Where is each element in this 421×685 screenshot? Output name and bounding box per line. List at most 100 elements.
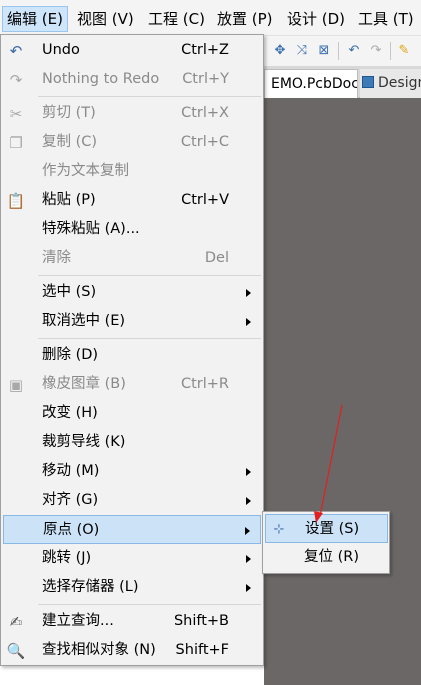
menu-item-shortcut: Ctrl+V [181, 192, 229, 208]
menu-item-shortcut: Ctrl+Z [181, 42, 229, 58]
menu-item-label: 跳转 (J) [42, 550, 92, 566]
cut-icon: ✂ [9, 105, 23, 123]
menu-item-redo[interactable]: ↷ Nothing to Redo Ctrl+Y [3, 65, 261, 94]
menu-item-find-similar[interactable]: 🔍 查找相似对象 (N) Shift+F [3, 636, 261, 665]
find-similar-icon: 🔍 [6, 642, 26, 660]
menu-item-shortcut: Shift+F [175, 642, 229, 658]
menu-item-shortcut: Shift+B [173, 613, 229, 629]
menu-item-move[interactable]: 移动 (M) [3, 457, 261, 486]
menu-item-paste-special[interactable]: 特殊粘贴 (A)... [3, 215, 261, 244]
menu-item-cut[interactable]: ✂ 剪切 (T) Ctrl+X [3, 99, 261, 128]
menu-item-label: 复制 (C) [42, 134, 98, 150]
menu-item-selection-memory[interactable]: 选择存储器 (L) [3, 573, 261, 602]
edit-menu: ↶ Undo Ctrl+Z ↷ Nothing to Redo Ctrl+Y ✂… [0, 34, 264, 666]
origin-submenu: ⊹ 设置 (S) 复位 (R) [262, 511, 390, 574]
set-origin-icon: ⊹ [273, 522, 285, 537]
wand-icon[interactable]: ✎ [396, 43, 412, 59]
pcb-canvas[interactable] [264, 98, 421, 685]
menu-item-undo[interactable]: ↶ Undo Ctrl+Z [3, 36, 261, 65]
tab-design[interactable]: Design [360, 69, 421, 98]
menu-item-origin[interactable]: 原点 (O) [3, 515, 261, 544]
menu-item-deselect[interactable]: 取消选中 (E) [3, 307, 261, 336]
menu-item-label: 作为文本复制 [42, 163, 129, 179]
menu-item-label: 复位 (R) [304, 549, 359, 565]
menu-item-change[interactable]: 改变 (H) [3, 399, 261, 428]
menu-item-shortcut: Ctrl+R [180, 376, 229, 392]
menu-item-select[interactable]: 选中 (S) [3, 278, 261, 307]
menu-item-rubber-stamp[interactable]: ▣ 橡皮图章 (B) Ctrl+R [3, 370, 261, 399]
tab-pcbdoc-label: EMO.PcbDoc * [271, 76, 358, 92]
toolbar-separator [338, 42, 339, 60]
menu-item-label: 选择存储器 (L) [42, 579, 139, 595]
menu-item-shortcut: Ctrl+Y [182, 71, 229, 87]
menu-item-label: 取消选中 (E) [42, 313, 126, 329]
menu-item-paste[interactable]: 📋 粘贴 (P) Ctrl+V [3, 186, 261, 215]
menu-item-label: 移动 (M) [42, 463, 100, 479]
menu-item-reset-origin[interactable]: 复位 (R) [265, 543, 388, 572]
menu-item-slice-tracks[interactable]: 裁剪导线 (K) [3, 428, 261, 457]
document-tabs: EMO.PcbDoc * Design [264, 66, 421, 98]
menu-item-shortcut: Ctrl+X [181, 105, 229, 121]
toolbar: ✥ ⤨ ⊠ ↶ ↷ ✎ [264, 36, 421, 66]
menu-item-shortcut: Ctrl+C [180, 134, 229, 150]
submenu-arrow-icon [246, 289, 251, 297]
submenu-arrow-icon [246, 318, 251, 326]
menu-item-label: Undo [42, 42, 80, 58]
menu-view[interactable]: 视图 (V) [73, 6, 138, 32]
submenu-arrow-icon [246, 468, 251, 476]
menu-item-label: 清除 [42, 250, 71, 266]
menu-item-label: 查找相似对象 (N) [42, 642, 156, 658]
menu-item-label: 粘贴 (P) [42, 192, 96, 208]
redo-icon: ↷ [9, 71, 23, 89]
rubber-stamp-icon: ▣ [8, 376, 24, 394]
menu-item-label: 对齐 (G) [42, 492, 99, 508]
menu-item-copy[interactable]: ❐ 复制 (C) Ctrl+C [3, 128, 261, 157]
tab-pcbdoc[interactable]: EMO.PcbDoc * [264, 69, 358, 98]
menu-item-jump[interactable]: 跳转 (J) [3, 544, 261, 573]
route-icon[interactable]: ⤨ [294, 43, 310, 59]
menu-item-label: 删除 (D) [42, 347, 99, 363]
menu-place[interactable]: 放置 (P) [213, 6, 277, 32]
menu-separator [38, 604, 261, 605]
menu-item-label: 橡皮图章 (B) [42, 376, 126, 392]
menu-separator [38, 275, 261, 276]
menu-item-label: 设置 (S) [305, 521, 360, 537]
menu-item-label: 选中 (S) [42, 284, 97, 300]
menu-item-label: 改变 (H) [42, 405, 98, 421]
menu-item-align[interactable]: 对齐 (G) [3, 486, 261, 515]
move-icon[interactable]: ✥ [272, 43, 288, 59]
menu-item-label: 特殊粘贴 (A)... [42, 221, 140, 237]
menu-project[interactable]: 工程 (C) [144, 6, 209, 32]
menu-item-clear[interactable]: 清除 Del [3, 244, 261, 273]
menu-tools[interactable]: 工具 (T) [354, 6, 418, 32]
submenu-arrow-icon [246, 584, 251, 592]
tab-design-label: Design [378, 75, 421, 91]
toolbar-separator [390, 42, 391, 60]
menu-item-label: 原点 (O) [43, 522, 100, 538]
menu-separator [38, 338, 261, 339]
menu-item-delete[interactable]: 删除 (D) [3, 341, 261, 370]
menu-item-build-query[interactable]: ✍ 建立查询... Shift+B [3, 607, 261, 636]
menu-bar: 编辑 (E) 视图 (V) 工程 (C) 放置 (P) 设计 (D) 工具 (T… [0, 0, 421, 36]
menu-item-label: 建立查询... [42, 613, 114, 629]
undo-toolbar-icon[interactable]: ↶ [346, 43, 362, 59]
menu-item-label: 剪切 (T) [42, 105, 96, 121]
submenu-arrow-icon [246, 555, 251, 563]
undo-icon: ↶ [9, 42, 23, 60]
menu-item-shortcut: Del [204, 250, 229, 266]
menu-item-label: 裁剪导线 (K) [42, 434, 126, 450]
submenu-arrow-icon [245, 527, 250, 535]
copy-icon: ❐ [9, 134, 23, 152]
menu-edit[interactable]: 编辑 (E) [2, 6, 68, 32]
menu-separator [38, 96, 261, 97]
redo-toolbar-icon[interactable]: ↷ [368, 43, 384, 59]
menu-design[interactable]: 设计 (D) [283, 6, 349, 32]
filter-clear-icon[interactable]: ⊠ [316, 43, 332, 59]
paste-icon: 📋 [6, 192, 26, 210]
menu-item-copy-as-text[interactable]: 作为文本复制 [3, 157, 261, 186]
submenu-arrow-icon [246, 497, 251, 505]
menu-item-set-origin[interactable]: ⊹ 设置 (S) [265, 514, 388, 543]
query-icon: ✍ [9, 613, 23, 631]
document-icon [362, 76, 374, 88]
menu-item-label: Nothing to Redo [42, 71, 160, 87]
